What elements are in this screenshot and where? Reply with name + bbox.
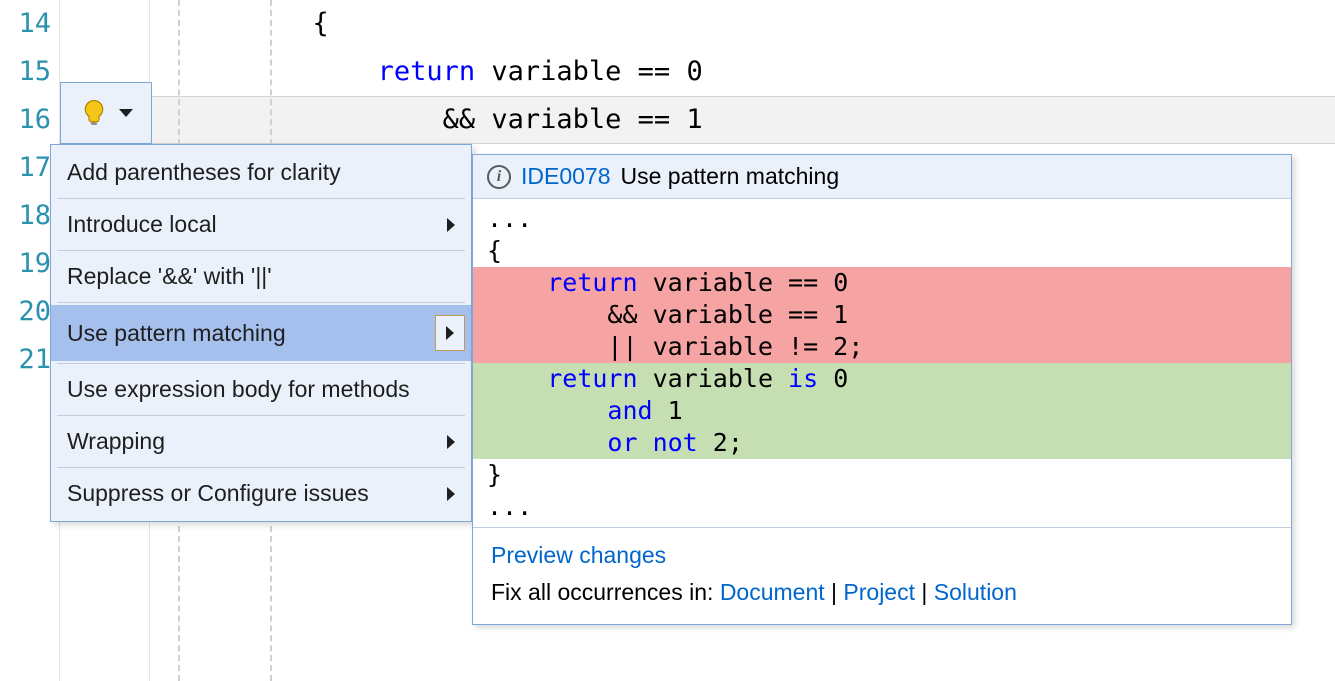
quick-actions-lightbulb[interactable] (60, 82, 152, 144)
menu-item-add-parentheses[interactable]: Add parentheses for clarity (51, 149, 471, 196)
diff-removed-line: && variable == 1 (473, 299, 1291, 331)
diff-removed-line: || variable != 2; (473, 331, 1291, 363)
diagnostic-title: Use pattern matching (621, 163, 840, 190)
menu-item-expression-body[interactable]: Use expression body for methods (51, 366, 471, 413)
line-number: 16 (0, 96, 51, 144)
diff-context: { (473, 235, 1291, 267)
menu-item-label: Replace '&&' with '||' (67, 263, 272, 290)
code-line-15: return variable == 0 (150, 48, 1335, 96)
menu-separator (57, 198, 465, 199)
lightbulb-icon (79, 98, 109, 128)
chevron-down-icon (119, 109, 133, 117)
menu-separator (57, 302, 465, 303)
menu-item-introduce-local[interactable]: Introduce local (51, 201, 471, 248)
fix-document-link[interactable]: Document (720, 579, 825, 605)
submenu-arrow-icon (447, 435, 455, 449)
menu-item-label: Introduce local (67, 211, 217, 238)
menu-separator (57, 250, 465, 251)
menu-item-label: Use pattern matching (67, 320, 286, 347)
menu-item-label: Add parentheses for clarity (67, 159, 341, 186)
line-number: 15 (0, 48, 51, 96)
line-number: 18 (0, 192, 51, 240)
menu-item-wrapping[interactable]: Wrapping (51, 418, 471, 465)
fix-all-label: Fix all occurrences in: (491, 579, 720, 605)
submenu-indicator (435, 315, 465, 351)
diff-context: ... (473, 203, 1291, 235)
quick-actions-menu: Add parentheses for clarity Introduce lo… (50, 144, 472, 522)
line-number: 19 (0, 240, 51, 288)
menu-separator (57, 415, 465, 416)
fix-solution-link[interactable]: Solution (934, 579, 1017, 605)
menu-item-replace-and[interactable]: Replace '&&' with '||' (51, 253, 471, 300)
line-number: 21 (0, 336, 51, 384)
submenu-arrow-icon (446, 326, 454, 340)
menu-separator (57, 467, 465, 468)
diff-removed-line: return variable == 0 (473, 267, 1291, 299)
diff-added-line: and 1 (473, 395, 1291, 427)
line-number: 17 (0, 144, 51, 192)
preview-changes-link[interactable]: Preview changes (491, 542, 666, 568)
code-line-16-current: && variable == 1 (150, 96, 1335, 144)
menu-item-label: Wrapping (67, 428, 165, 455)
line-number: 20 (0, 288, 51, 336)
menu-item-suppress-configure[interactable]: Suppress or Configure issues (51, 470, 471, 517)
line-number: 14 (0, 0, 51, 48)
menu-item-label: Suppress or Configure issues (67, 480, 369, 507)
fix-all-row: Fix all occurrences in: Document | Proje… (491, 579, 1273, 606)
submenu-arrow-icon (447, 487, 455, 501)
menu-item-use-pattern-matching[interactable]: Use pattern matching (51, 305, 471, 361)
diff-added-line: return variable is 0 (473, 363, 1291, 395)
code-fix-preview-panel: i IDE0078 Use pattern matching ... { ret… (472, 154, 1292, 625)
preview-footer: Preview changes Fix all occurrences in: … (473, 527, 1291, 624)
submenu-arrow-icon (447, 218, 455, 232)
preview-header: i IDE0078 Use pattern matching (473, 155, 1291, 199)
fix-project-link[interactable]: Project (843, 579, 915, 605)
menu-separator (57, 363, 465, 364)
diff-added-line: or not 2; (473, 427, 1291, 459)
code-line-14: { (150, 0, 1335, 48)
diff-view: ... { return variable == 0 && variable =… (473, 199, 1291, 527)
info-icon: i (487, 165, 511, 189)
diff-context: } (473, 459, 1291, 491)
diff-context: ... (473, 491, 1291, 523)
diagnostic-id[interactable]: IDE0078 (521, 163, 611, 190)
menu-item-label: Use expression body for methods (67, 376, 410, 403)
